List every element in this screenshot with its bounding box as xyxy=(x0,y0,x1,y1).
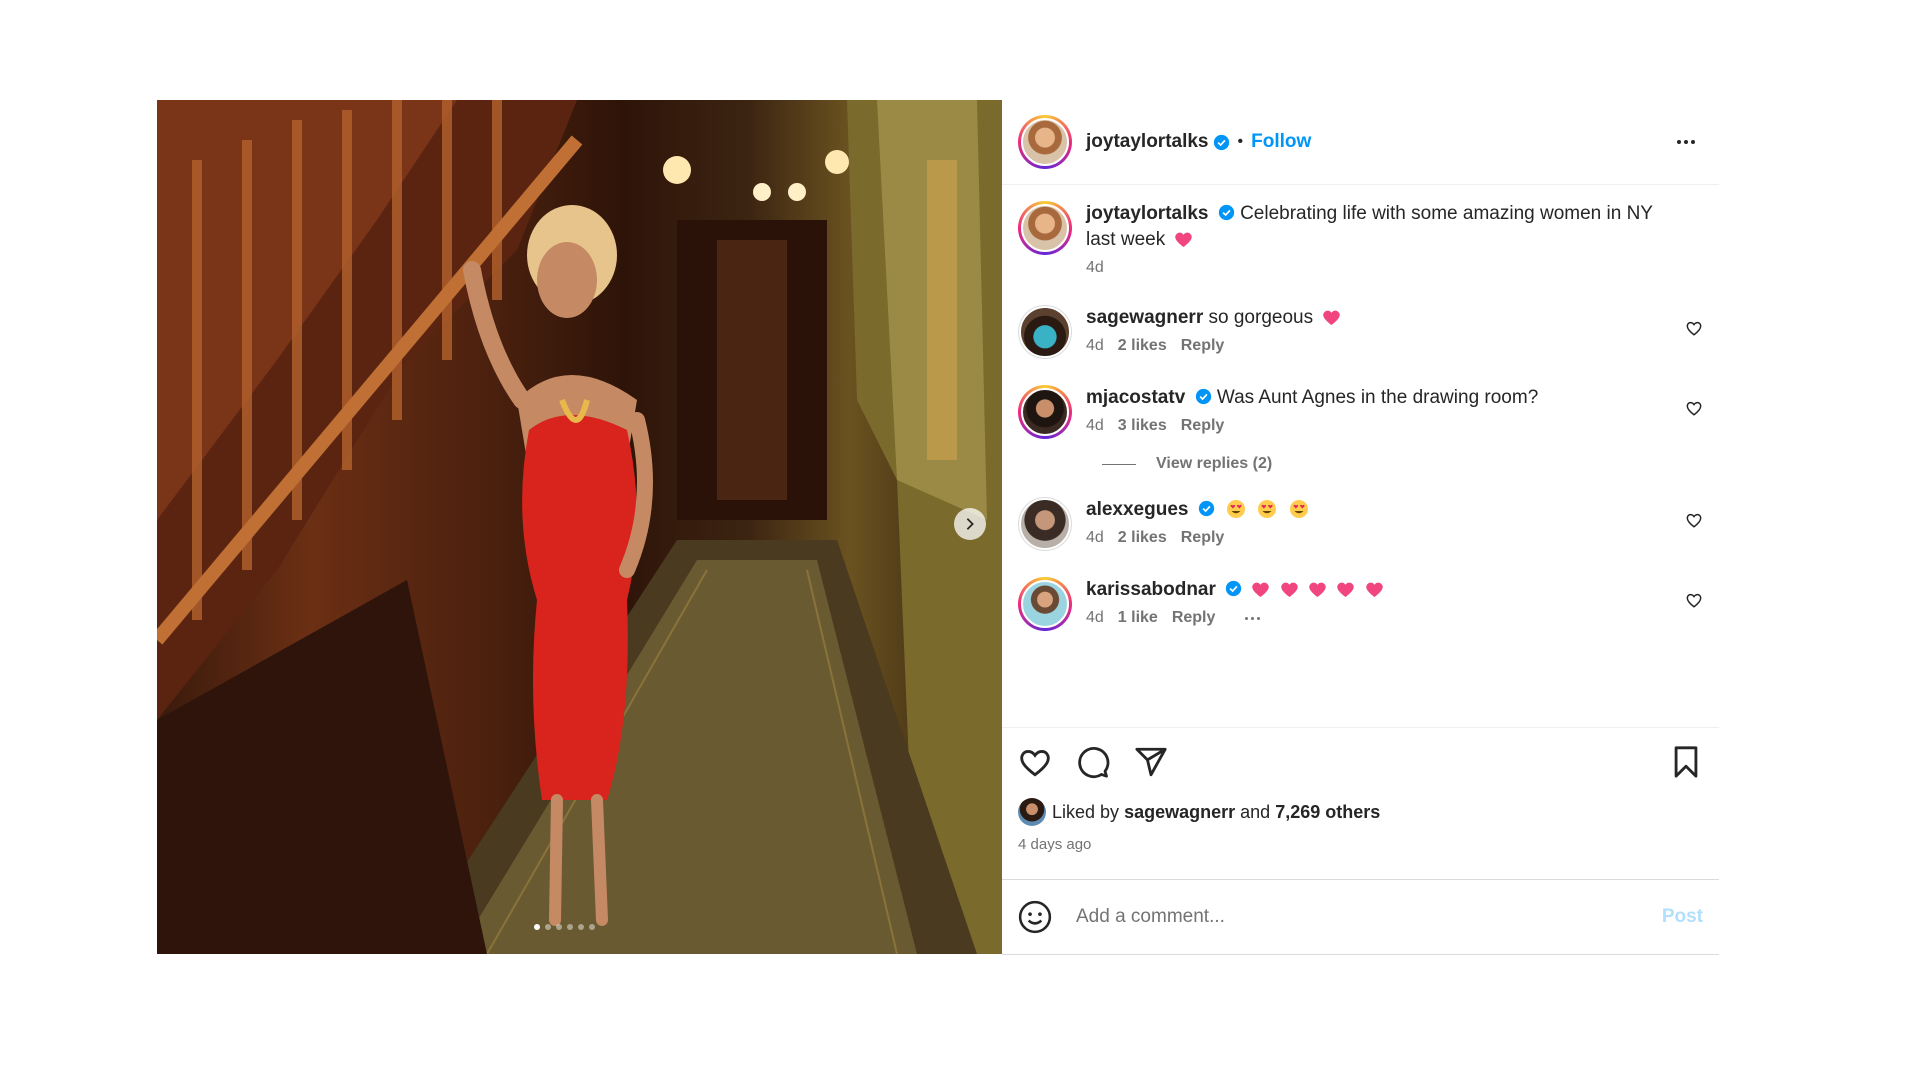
reply-button[interactable]: Reply xyxy=(1181,417,1225,435)
reply-button[interactable]: Reply xyxy=(1181,337,1225,355)
more-options-button[interactable] xyxy=(1669,132,1703,152)
comment-text: Was Aunt Agnes in the drawing room? xyxy=(1216,387,1539,408)
divider xyxy=(1102,463,1136,465)
pink-heart-emoji-icon xyxy=(1281,582,1298,598)
liked-by-user[interactable]: sagewagnerr xyxy=(1124,802,1235,823)
view-replies-button[interactable]: View replies (2) xyxy=(1102,455,1703,473)
caption: joytaylortalks Celebrating life with som… xyxy=(1018,201,1703,277)
avatar[interactable] xyxy=(1018,577,1072,631)
chevron-right-icon xyxy=(966,518,974,530)
post-image[interactable] xyxy=(157,100,1002,954)
carousel-dot xyxy=(589,924,595,930)
reply-button[interactable]: Reply xyxy=(1181,529,1225,547)
avatar[interactable] xyxy=(1018,497,1072,551)
pink-heart-emoji-icon xyxy=(1365,582,1383,598)
carousel-indicator xyxy=(534,924,595,930)
share-icon[interactable] xyxy=(1134,745,1168,779)
bookmark-icon[interactable] xyxy=(1669,745,1703,779)
heart-icon[interactable] xyxy=(1018,745,1052,779)
avatar[interactable] xyxy=(1018,201,1072,255)
comment-likes[interactable]: 1 like xyxy=(1118,609,1158,627)
comments-list[interactable]: joytaylortalks Celebrating life with som… xyxy=(1002,185,1719,727)
comment-time[interactable]: 4d xyxy=(1086,609,1104,627)
comment-username[interactable]: alexxegues xyxy=(1086,499,1188,520)
avatar[interactable] xyxy=(1018,115,1072,169)
post-dialog: joytaylortalks • Follow joytaylortalks C… xyxy=(157,100,1719,955)
photo-scene xyxy=(157,100,1002,954)
pink-heart-emoji-icon xyxy=(1323,310,1341,326)
verified-icon xyxy=(1198,500,1214,517)
verified-icon xyxy=(1226,580,1242,597)
post-side-panel: joytaylortalks • Follow joytaylortalks C… xyxy=(1002,100,1719,955)
caption-username[interactable]: joytaylortalks xyxy=(1086,203,1209,224)
comment-likes[interactable]: 2 likes xyxy=(1118,529,1167,547)
pink-heart-emoji-icon xyxy=(1175,232,1193,248)
comment-username[interactable]: karissabodnar xyxy=(1086,579,1216,600)
heart-eyes-emoji-icon xyxy=(1227,500,1246,518)
comment-time[interactable]: 4d xyxy=(1086,529,1104,547)
pink-heart-emoji-icon xyxy=(1309,582,1326,598)
liked-others[interactable]: 7,269 others xyxy=(1275,802,1380,823)
post-comment-button[interactable]: Post xyxy=(1662,906,1703,928)
view-replies-label: View replies (2) xyxy=(1156,455,1273,472)
carousel-dot xyxy=(534,924,540,930)
likes-summary[interactable]: Liked by sagewagnerr and 7,269 others xyxy=(1018,798,1703,826)
post-timestamp[interactable]: 4 days ago xyxy=(1018,836,1703,853)
comment-time[interactable]: 4d xyxy=(1086,337,1104,355)
post-actions: Liked by sagewagnerr and 7,269 others 4 … xyxy=(1002,727,1719,853)
liked-prefix: Liked by xyxy=(1052,801,1120,822)
avatar[interactable] xyxy=(1018,305,1072,359)
emoji-icon[interactable] xyxy=(1018,900,1052,934)
comment-likes[interactable]: 2 likes xyxy=(1118,337,1167,355)
carousel-dot xyxy=(567,924,573,930)
reply-button[interactable]: Reply xyxy=(1172,609,1216,627)
heart-icon[interactable] xyxy=(1685,399,1703,417)
comment-item: alexxegues 4d 2 likes Reply xyxy=(1018,497,1703,551)
verified-icon xyxy=(1218,204,1234,221)
liked-and: and xyxy=(1240,801,1271,822)
header-separator: • xyxy=(1237,133,1244,150)
carousel-dot xyxy=(578,924,584,930)
author-username[interactable]: joytaylortalks xyxy=(1086,131,1209,153)
comment-icon[interactable] xyxy=(1076,745,1110,779)
comment-item: sagewagnerr so gorgeous 4d 2 likes Reply xyxy=(1018,305,1703,359)
comment-likes[interactable]: 3 likes xyxy=(1118,417,1167,435)
carousel-dot xyxy=(545,924,551,930)
heart-icon[interactable] xyxy=(1685,591,1703,609)
heart-icon[interactable] xyxy=(1685,319,1703,337)
comment-item: mjacostatv Was Aunt Agnes in the drawing… xyxy=(1018,385,1703,439)
heart-eyes-emoji-icon xyxy=(1258,500,1277,518)
heart-icon[interactable] xyxy=(1685,511,1703,529)
next-image-button[interactable] xyxy=(954,508,986,540)
verified-icon xyxy=(1195,388,1211,405)
add-comment-bar: Post xyxy=(1002,879,1719,954)
comment-username[interactable]: sagewagnerr xyxy=(1086,307,1203,328)
avatar[interactable] xyxy=(1018,798,1046,826)
comment-item: karissabodnar 4d 1 like Reply xyxy=(1018,577,1703,631)
post-header: joytaylortalks • Follow xyxy=(1002,100,1719,185)
pink-heart-emoji-icon xyxy=(1252,582,1270,598)
follow-button[interactable]: Follow xyxy=(1251,131,1311,153)
verified-icon xyxy=(1213,134,1229,150)
avatar[interactable] xyxy=(1018,385,1072,439)
heart-eyes-emoji-icon xyxy=(1289,500,1308,518)
pink-heart-emoji-icon xyxy=(1337,582,1355,598)
comment-time[interactable]: 4d xyxy=(1086,417,1104,435)
comment-options-button[interactable] xyxy=(1245,616,1261,620)
more-icon xyxy=(1677,140,1681,144)
comment-text: so gorgeous xyxy=(1208,307,1314,328)
comment-username[interactable]: mjacostatv xyxy=(1086,387,1185,408)
caption-time[interactable]: 4d xyxy=(1086,259,1104,277)
comment-input[interactable] xyxy=(1074,905,1662,929)
carousel-dot xyxy=(556,924,562,930)
